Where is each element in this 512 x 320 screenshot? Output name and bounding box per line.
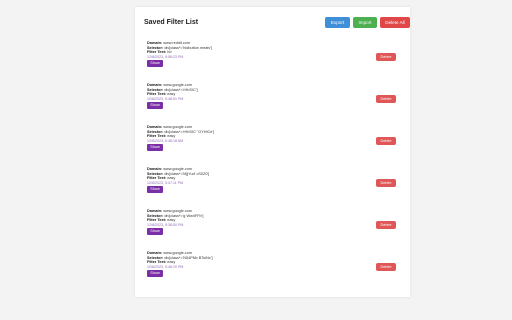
- filter-text-value: easy: [167, 218, 176, 223]
- filter-entry: Domain: www.google.com Selector: div[cla…: [147, 167, 402, 209]
- filter-text-label: Filter Text:: [147, 92, 167, 97]
- timestamp: 12/8/2023, 5:47:11 PM: [147, 180, 184, 185]
- selector-value: div[class*='rHhSIC']: [164, 87, 198, 92]
- filter-text-value: easy: [167, 260, 176, 265]
- timestamp: 12/8/2023, 5:46:20 PM: [147, 264, 184, 269]
- filter-list: Domain: www.reddit.com Selector: div[cla…: [147, 41, 402, 293]
- filter-text-value: hd: [167, 50, 172, 55]
- selector-label: Selector:: [147, 129, 164, 134]
- page-title: Saved Filter List: [144, 19, 199, 26]
- domain-value: www.google.com: [163, 209, 192, 213]
- delete-button[interactable]: Delete: [376, 95, 396, 103]
- delete-all-button[interactable]: Delete All: [380, 17, 410, 28]
- filter-text-label: Filter Text:: [147, 50, 167, 55]
- show-button[interactable]: Show: [147, 186, 163, 194]
- selector-value: div[class*='g Ww4FFb']: [164, 213, 204, 218]
- show-button[interactable]: Show: [147, 60, 163, 68]
- selector-label: Selector:: [147, 213, 164, 218]
- export-button[interactable]: Export: [325, 17, 350, 28]
- selector-label: Selector:: [147, 87, 164, 92]
- saved-filter-panel: Saved Filter List Export Import Delete A…: [135, 7, 410, 297]
- filter-entry: Domain: www.google.com Selector: div[cla…: [147, 209, 402, 251]
- delete-button[interactable]: Delete: [376, 221, 396, 229]
- selector-label: Selector:: [147, 255, 164, 260]
- filter-entry: Domain: www.google.com Selector: div[cla…: [147, 251, 402, 293]
- show-button[interactable]: Show: [147, 270, 163, 278]
- filter-text-value: easy: [167, 134, 176, 139]
- delete-button[interactable]: Delete: [376, 137, 396, 145]
- filter-entry: Domain: www.google.com Selector: div[cla…: [147, 83, 402, 125]
- filter-entry: Domain: www.google.com Selector: div[cla…: [147, 125, 402, 167]
- filter-text-value: easy: [167, 92, 176, 97]
- domain-value: www.google.com: [163, 251, 192, 255]
- selector-value: div[class*='rHhSIC' 'GYHICe']: [164, 129, 215, 134]
- selector-value: div[class*='MjjYud' cS0Z0']: [164, 171, 210, 176]
- selector-label: Selector:: [147, 171, 164, 176]
- timestamp: 12/8/2023, 5:58:23 PM: [147, 54, 184, 59]
- timestamp: 12/8/2023, 5:38:50 PM: [147, 222, 184, 227]
- selector-label: Selector:: [147, 45, 164, 50]
- domain-label: Domain:: [147, 167, 163, 171]
- filter-text-label: Filter Text:: [147, 134, 167, 139]
- domain-value: www.reddit.com: [163, 41, 191, 45]
- domain-label: Domain:: [147, 41, 163, 45]
- delete-button[interactable]: Delete: [376, 263, 396, 271]
- delete-button[interactable]: Delete: [376, 53, 396, 61]
- import-button[interactable]: Import: [353, 17, 377, 28]
- filter-entry: Domain: www.reddit.com Selector: div[cla…: [147, 41, 402, 83]
- show-button[interactable]: Show: [147, 144, 163, 152]
- show-button[interactable]: Show: [147, 102, 163, 110]
- filter-text-label: Filter Text:: [147, 260, 167, 265]
- show-button[interactable]: Show: [147, 228, 163, 236]
- panel-header: Saved Filter List Export Import Delete A…: [144, 17, 410, 29]
- domain-label: Domain:: [147, 251, 163, 255]
- delete-button[interactable]: Delete: [376, 179, 396, 187]
- domain-label: Domain:: [147, 209, 163, 213]
- selector-value: div[class*='hidbutton meatv']: [164, 45, 213, 50]
- domain-value: www.google.com: [163, 167, 192, 171]
- domain-value: www.google.com: [163, 125, 192, 129]
- timestamp: 12/8/2023, 5:48:18 AM: [147, 138, 184, 143]
- filter-text-label: Filter Text:: [147, 218, 167, 223]
- domain-label: Domain:: [147, 125, 163, 129]
- selector-value: div[class*='N54PNb BToiNc']: [164, 255, 213, 260]
- filter-text-label: Filter Text:: [147, 176, 167, 181]
- filter-text-value: easy: [167, 176, 176, 181]
- timestamp: 12/8/2023, 5:48:51 PM: [147, 96, 184, 101]
- domain-label: Domain:: [147, 83, 163, 87]
- domain-value: www.google.com: [163, 83, 192, 87]
